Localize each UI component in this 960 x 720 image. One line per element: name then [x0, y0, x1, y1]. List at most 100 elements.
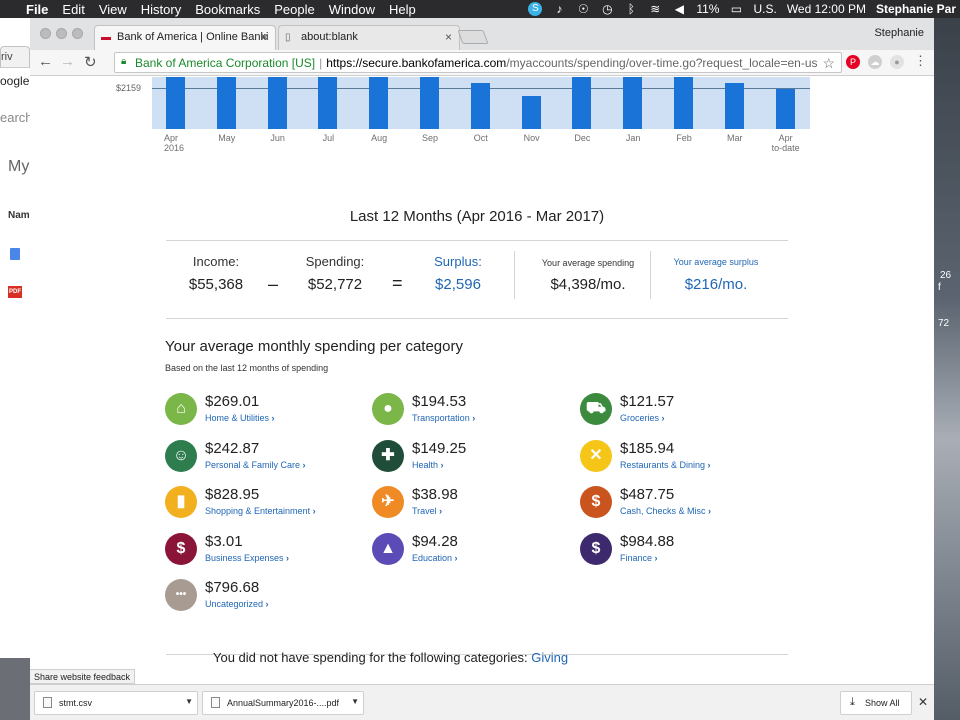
category-item[interactable]: ✈ $38.98 Travel [372, 486, 572, 520]
chart-bar[interactable] [166, 77, 185, 129]
extension-icon[interactable]: ● [890, 55, 904, 69]
category-link[interactable]: Business Expenses [205, 553, 289, 563]
category-item[interactable]: $ $984.88 Finance [580, 532, 780, 567]
chart-bar[interactable] [369, 77, 389, 129]
bluetooth-icon[interactable]: ᛒ [624, 2, 638, 16]
menu-kebab-icon[interactable]: ⋮ [914, 53, 927, 69]
menu-file[interactable]: File [26, 2, 48, 17]
category-link[interactable]: Shopping & Entertainment [205, 506, 316, 516]
chart-bar[interactable] [572, 77, 592, 129]
category-link[interactable]: Restaurants & Dining [620, 460, 711, 470]
chart-bar[interactable] [420, 77, 439, 129]
category-item[interactable]: $ $3.01 Business Expenses [165, 532, 365, 567]
menu-people[interactable]: People [274, 2, 314, 17]
category-item[interactable]: ✕ $185.94 Restaurants & Dining [580, 439, 780, 474]
chevron-down-icon[interactable]: ▼ [351, 697, 359, 706]
close-icon[interactable]: × [445, 30, 452, 44]
category-item[interactable]: ••• $796.68 Uncategorized [165, 579, 365, 613]
background-tab[interactable]: riv [0, 46, 30, 68]
category-item[interactable]: ▮ $828.95 Shopping & Entertainment [165, 486, 365, 520]
giving-link[interactable]: Giving [531, 650, 568, 665]
address-bar[interactable]: 🔒︎ Bank of America Corporation [US] | http… [114, 52, 842, 73]
show-all-downloads-button[interactable]: ⤓ Show All [840, 691, 912, 715]
chart-bar[interactable] [775, 89, 795, 129]
accessibility-icon[interactable]: ☉ [576, 2, 590, 16]
zoom-window-button[interactable] [72, 28, 83, 39]
summary-bottom-divider [166, 318, 788, 319]
category-link[interactable]: Cash, Checks & Misc [620, 506, 711, 516]
tab-about-blank[interactable]: ▯ about:blank × [278, 25, 460, 50]
chart-bar[interactable] [674, 77, 693, 129]
clock-icon[interactable]: ◷ [600, 2, 614, 16]
url-host: https://secure.bankofamerica.com [326, 56, 507, 70]
share-feedback-bar[interactable]: Share website feedback [30, 669, 136, 684]
wifi-icon[interactable]: ≋ [648, 2, 662, 16]
menu-history[interactable]: History [141, 2, 181, 17]
surplus-label: Surplus: [434, 254, 482, 269]
battery-icon[interactable]: ▭ [729, 2, 743, 16]
surplus-value: $2,596 [435, 276, 481, 293]
skype-icon[interactable]: S [528, 2, 543, 16]
menu-clock[interactable]: Wed 12:00 PM [787, 2, 866, 16]
menu-help[interactable]: Help [389, 2, 416, 17]
menu-window[interactable]: Window [329, 2, 375, 17]
category-item[interactable]: ☺ $242.87 Personal & Family Care [165, 439, 365, 474]
category-link[interactable]: Transportation [412, 413, 475, 423]
chart-bar[interactable] [724, 83, 744, 129]
cloud-extension-icon[interactable]: ☁ [868, 55, 882, 69]
category-link[interactable]: Home & Utilities [205, 413, 275, 423]
chart-x-label: Sep [421, 133, 438, 143]
download-icon: ⤓ [850, 696, 855, 708]
volume-icon[interactable]: ◀ [672, 2, 686, 16]
close-icon[interactable]: × [261, 30, 268, 44]
chevron-down-icon[interactable]: ▼ [185, 697, 193, 706]
desktop-text-3: 72 [938, 318, 950, 329]
category-link[interactable]: Travel [412, 506, 442, 516]
category-item[interactable]: $ $487.75 Cash, Checks & Misc [580, 486, 780, 520]
forward-arrow-icon[interactable]: → [60, 53, 75, 70]
download-item-pdf[interactable]: AnnualSummary2016-....pdf ▼ [202, 691, 364, 715]
category-amount: $185.94 [620, 439, 675, 457]
minimize-window-button[interactable] [56, 28, 67, 39]
user-name[interactable]: Stephanie Par [876, 2, 956, 16]
category-item[interactable]: ✚ $149.25 Health [372, 439, 572, 474]
menu-bookmarks[interactable]: Bookmarks [195, 2, 260, 17]
category-link[interactable]: Uncategorized [205, 599, 269, 609]
chart-bar[interactable] [216, 77, 236, 129]
category-item[interactable]: ● $194.53 Transportation [372, 393, 572, 427]
battery-percent[interactable]: 11% [696, 2, 719, 16]
category-item[interactable]: ⌂ $269.01 Home & Utilities [165, 393, 365, 427]
category-link[interactable]: Groceries [620, 413, 665, 423]
chart-bar[interactable] [267, 77, 287, 129]
chart-bar[interactable] [470, 83, 490, 129]
new-tab-button[interactable] [457, 30, 489, 44]
bookmark-star-icon[interactable]: ☆ [822, 55, 835, 72]
reload-icon[interactable]: ↻ [84, 53, 97, 71]
chart-x-label: Jan [625, 133, 641, 143]
close-window-button[interactable] [40, 28, 51, 39]
desktop-text-2: f [938, 282, 941, 293]
car-icon: ● [372, 393, 404, 425]
tab-bank-of-america[interactable]: ▬ Bank of America | Online Banki × [94, 25, 276, 50]
menu-edit[interactable]: Edit [62, 2, 84, 17]
pinterest-icon[interactable]: P [846, 55, 860, 69]
close-icon[interactable]: ✕ [918, 695, 928, 709]
category-link[interactable]: Personal & Family Care [205, 460, 306, 470]
category-item[interactable]: ⛟ $121.57 Groceries [580, 393, 780, 427]
category-link[interactable]: Health [412, 460, 444, 470]
category-link[interactable]: Education [412, 553, 458, 563]
category-section-heading: Your average monthly spending per catego… [165, 338, 463, 355]
chart-bar[interactable] [623, 77, 643, 129]
download-item-csv[interactable]: stmt.csv ▼ [34, 691, 198, 715]
chart-bar[interactable] [521, 96, 541, 129]
menu-view[interactable]: View [99, 2, 127, 17]
category-item[interactable]: ▲ $94.28 Education [372, 532, 572, 567]
no-spending-message: You did not have spending for the follow… [213, 650, 568, 665]
category-link[interactable]: Finance [620, 553, 658, 563]
profile-button[interactable]: Stephanie [874, 27, 924, 39]
back-arrow-icon[interactable]: ← [38, 53, 53, 70]
chart-bar[interactable] [318, 77, 338, 129]
input-source[interactable]: U.S. [753, 2, 776, 16]
ev-certificate-org[interactable]: Bank of America Corporation [US] [135, 56, 315, 70]
microphone-icon[interactable]: ♪ [552, 2, 566, 16]
